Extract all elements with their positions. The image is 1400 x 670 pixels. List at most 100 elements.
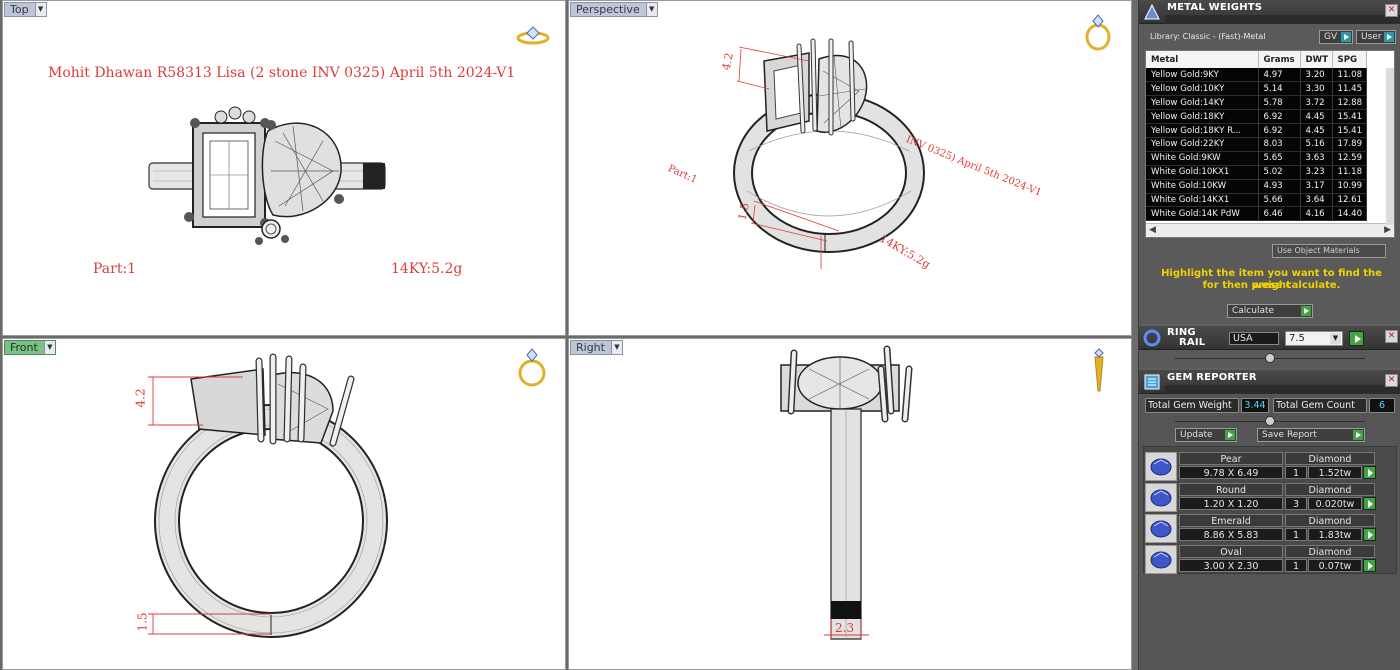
metal-weights-icon	[1144, 3, 1160, 20]
metal-weights-rows: Yellow Gold:9KY 4.97 3.20 11.08 Yellow Gold:…	[1146, 68, 1367, 222]
table-row[interactable]: Yellow Gold:22KY 8.03 5.16 17.89	[1146, 137, 1367, 152]
gem-row-oval[interactable]: Oval 3.00 X 2.30 Diamond 1 0.07tw	[1145, 545, 1397, 574]
table-row[interactable]: White Gold:14KX1 5.66 3.64 12.61	[1146, 193, 1367, 208]
play-icon	[1355, 335, 1361, 343]
chevron-down-icon[interactable]: ▼	[43, 341, 55, 354]
table-cell: White Gold:10KX1	[1146, 165, 1259, 180]
table-cell: 5.66	[1258, 193, 1301, 208]
table-row[interactable]: Yellow Gold:14KY 5.78 3.72 12.88	[1146, 95, 1367, 111]
play-icon	[1368, 562, 1373, 570]
viewport-top[interactable]: Top ▼ Mohit Dhawan R58313 Lisa (2 stone I…	[2, 0, 566, 336]
gem-shape: Emerald	[1179, 514, 1283, 527]
table-cell: 12.88	[1332, 95, 1367, 111]
gem-pear-icon	[1145, 452, 1177, 481]
horizontal-scrollbar[interactable]: ◀ ▶	[1146, 223, 1394, 237]
gem-reporter-section: Total Gem Weight 3.44 Total Gem Count 6 …	[1139, 394, 1400, 670]
gem-row-emerald[interactable]: Emerald 8.86 X 5.83 Diamond 1 1.83tw	[1145, 514, 1397, 543]
gem-shape: Pear	[1179, 452, 1283, 465]
play-icon	[1225, 430, 1235, 440]
gem-select-button[interactable]	[1363, 559, 1376, 572]
highlight-instruction-2: for then press calculate.	[1202, 280, 1341, 291]
save-report-button[interactable]: Save Report	[1257, 428, 1365, 442]
close-icon[interactable]: ✕	[1385, 374, 1398, 387]
table-row[interactable]: Yellow Gold:9KY 4.97 3.20 11.08	[1146, 68, 1367, 83]
metal-weights-header: METAL WEIGHTS ✕	[1139, 0, 1400, 24]
gem-select-button[interactable]	[1363, 528, 1376, 541]
gem-oval-icon	[1145, 545, 1177, 574]
table-cell: 3.17	[1300, 179, 1333, 194]
col-spg[interactable]: SPG	[1332, 51, 1367, 68]
ring-size-select[interactable]: 7.5 ▼	[1285, 331, 1343, 346]
table-row[interactable]: Yellow Gold:18KY R... 6.92 4.45 15.41	[1146, 123, 1367, 138]
chevron-down-icon[interactable]: ▼	[610, 341, 622, 354]
use-object-materials-toggle[interactable]: Use Object Materials	[1272, 244, 1386, 258]
play-icon	[1353, 430, 1363, 440]
viewport-top-label[interactable]: Top ▼	[4, 2, 47, 17]
table-row[interactable]: White Gold:10KW 4.93 3.17 10.99	[1146, 179, 1367, 194]
table-row[interactable]: White Gold:10KX1 5.02 3.23 11.18	[1146, 165, 1367, 180]
chevron-down-icon[interactable]: ▼	[34, 3, 46, 16]
ring-rail-header: RING RAIL USA 7.5 ▼ ✕	[1139, 326, 1400, 350]
viewport-right-label[interactable]: Right ▼	[570, 340, 623, 355]
table-cell: 3.72	[1300, 95, 1333, 111]
update-button[interactable]: Update	[1175, 428, 1237, 442]
viewport-front[interactable]: Front ▼ 4.2 1.5	[2, 338, 566, 670]
gem-emerald-icon	[1145, 514, 1177, 543]
viewport-perspective-label[interactable]: Perspective ▼	[570, 2, 658, 17]
region-input[interactable]: USA	[1229, 332, 1279, 345]
table-cell: Yellow Gold:18KY	[1146, 109, 1259, 125]
chevron-down-icon[interactable]: ▼	[645, 3, 657, 16]
gem-shape: Round	[1179, 483, 1283, 496]
metal-weights-table-container[interactable]: Metal Grams DWT SPG Yellow Gold:9KY 4.97 3…	[1145, 50, 1395, 238]
col-metal[interactable]: Metal	[1146, 51, 1259, 68]
col-dwt[interactable]: DWT	[1300, 51, 1333, 68]
gem-tw: 0.020tw	[1308, 497, 1362, 510]
gv-toggle[interactable]: GV	[1319, 30, 1353, 44]
table-cell: 15.41	[1332, 109, 1367, 125]
divider-handle-icon	[1265, 416, 1275, 426]
table-row[interactable]: Yellow Gold:10KY 5.14 3.30 11.45	[1146, 81, 1367, 97]
table-cell: White Gold:10KW	[1146, 179, 1259, 194]
table-cell: 11.45	[1332, 81, 1367, 97]
slider-handle-icon[interactable]	[1265, 353, 1275, 363]
user-toggle[interactable]: User	[1356, 30, 1396, 44]
table-row[interactable]: White Gold:9KW 5.65 3.63 12.59	[1146, 151, 1367, 166]
viewport-front-label[interactable]: Front ▼	[4, 340, 56, 355]
gem-count: 1	[1285, 466, 1307, 479]
table-cell: 15.41	[1332, 123, 1367, 138]
part-annotation: Part:1	[93, 261, 137, 277]
col-grams[interactable]: Grams	[1258, 51, 1301, 68]
scroll-right-icon[interactable]: ▶	[1384, 225, 1391, 235]
vertical-scrollbar[interactable]	[1386, 68, 1394, 225]
table-cell: 8.03	[1258, 137, 1301, 152]
weight-annotation: 14KY:5.2g	[391, 261, 463, 277]
table-cell: 5.16	[1300, 137, 1333, 152]
play-icon	[1368, 500, 1373, 508]
gem-select-button[interactable]	[1363, 497, 1376, 510]
table-row[interactable]: White Gold:14K PdW 6.46 4.16 14.40	[1146, 206, 1367, 222]
table-cell: 3.64	[1300, 193, 1333, 208]
ring-gold-icon	[1094, 348, 1104, 392]
front-view-ring-drawing	[148, 348, 546, 638]
table-cell: White Gold:14K PdW	[1146, 206, 1259, 222]
table-cell: 11.08	[1332, 68, 1367, 83]
gem-size: 1.20 X 1.20	[1179, 497, 1283, 510]
close-icon[interactable]: ✕	[1385, 330, 1398, 343]
gem-row-pear[interactable]: Pear 9.78 X 6.49 Diamond 1 1.52tw	[1145, 452, 1397, 481]
table-cell: 4.45	[1300, 109, 1333, 125]
gem-row-round[interactable]: Round 1.20 X 1.20 Diamond 3 0.020tw	[1145, 483, 1397, 512]
play-icon	[1368, 531, 1373, 539]
viewport-perspective[interactable]: Perspective ▼ 4.2 1.5 Part:1 INV 0325) Ap…	[568, 0, 1132, 336]
play-icon	[1301, 306, 1311, 316]
calculate-button[interactable]: Calculate	[1227, 304, 1313, 318]
close-icon[interactable]: ✕	[1385, 4, 1398, 17]
gem-select-button[interactable]	[1363, 466, 1376, 479]
viewport-right[interactable]: Right ▼ 2.3	[568, 338, 1132, 670]
table-row[interactable]: Yellow Gold:18KY 6.92 4.45 15.41	[1146, 109, 1367, 125]
table-cell: 5.78	[1258, 95, 1301, 111]
chevron-down-icon[interactable]: ▼	[1330, 333, 1341, 344]
gem-reporter-icon	[1144, 374, 1160, 390]
ring-rail-apply-button[interactable]	[1349, 331, 1364, 346]
scroll-left-icon[interactable]: ◀	[1149, 225, 1156, 235]
rhino-jewelry-workspace: Top ▼ Mohit Dhawan R58313 Lisa (2 stone I…	[0, 0, 1400, 670]
